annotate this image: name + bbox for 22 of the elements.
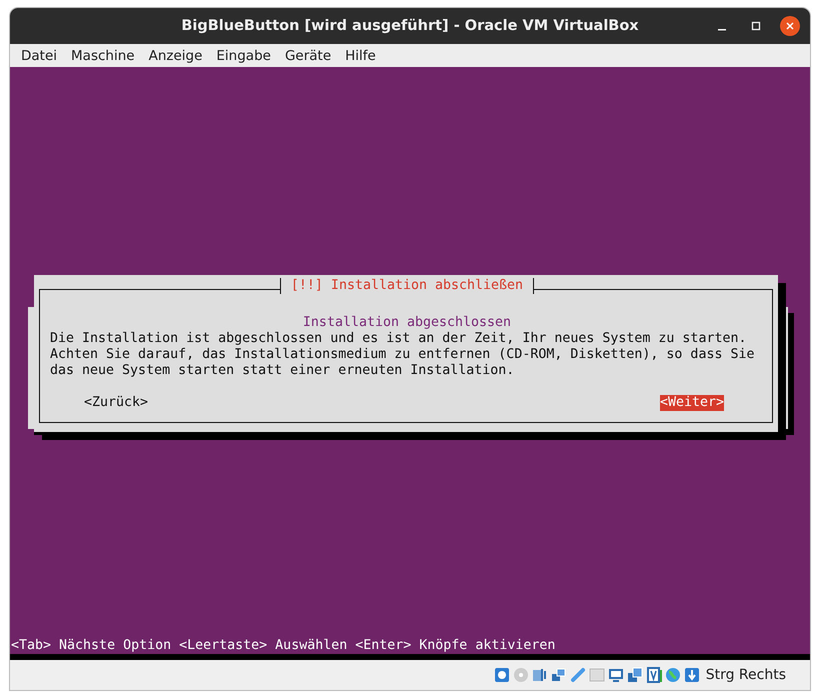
menu-item[interactable]: Hilfe [338,48,383,64]
dialog-button[interactable]: <Zurück> [84,395,148,411]
maximize-icon [751,21,761,31]
close-icon [785,21,795,31]
menu-item[interactable]: Anzeige [142,48,210,64]
display-icon[interactable] [608,667,624,683]
menu-item[interactable]: Maschine [64,48,142,64]
minimize-icon [718,28,726,30]
dialog-heading: Installation abgeschlossen [302,315,512,331]
dialog-title: [!!] Installation abschließen [280,278,534,294]
menu-item[interactable]: Datei [14,48,64,64]
dialog-button[interactable]: <Weiter> [660,395,724,411]
key-hint: <Tab> Nächste Option <Leertaste> Auswählen <Enter> Knöpfe aktivieren [10,638,556,654]
menu-item[interactable]: Geräte [278,48,338,64]
dialog-text: Die Installation ist abgeschlossen und es ist an der Zeit, Ihr neues System zu starten. [50,331,748,347]
host-key-label: Strg Rechts [706,667,786,683]
globe-icon[interactable] [664,667,681,683]
menu-item[interactable]: Eingabe [209,48,278,64]
window-title: BigBlueButton [wird ausgeführt] - Oracle VM VirtualBox [181,18,639,34]
close-button[interactable] [780,16,800,36]
dialog-text: das neue System starten statt einer erneuten Installation. [50,363,516,379]
dialog-text: Achten Sie darauf, das Installationsmedium zu entfernen (CD-ROM, Disketten), so dass Sie [50,347,756,363]
